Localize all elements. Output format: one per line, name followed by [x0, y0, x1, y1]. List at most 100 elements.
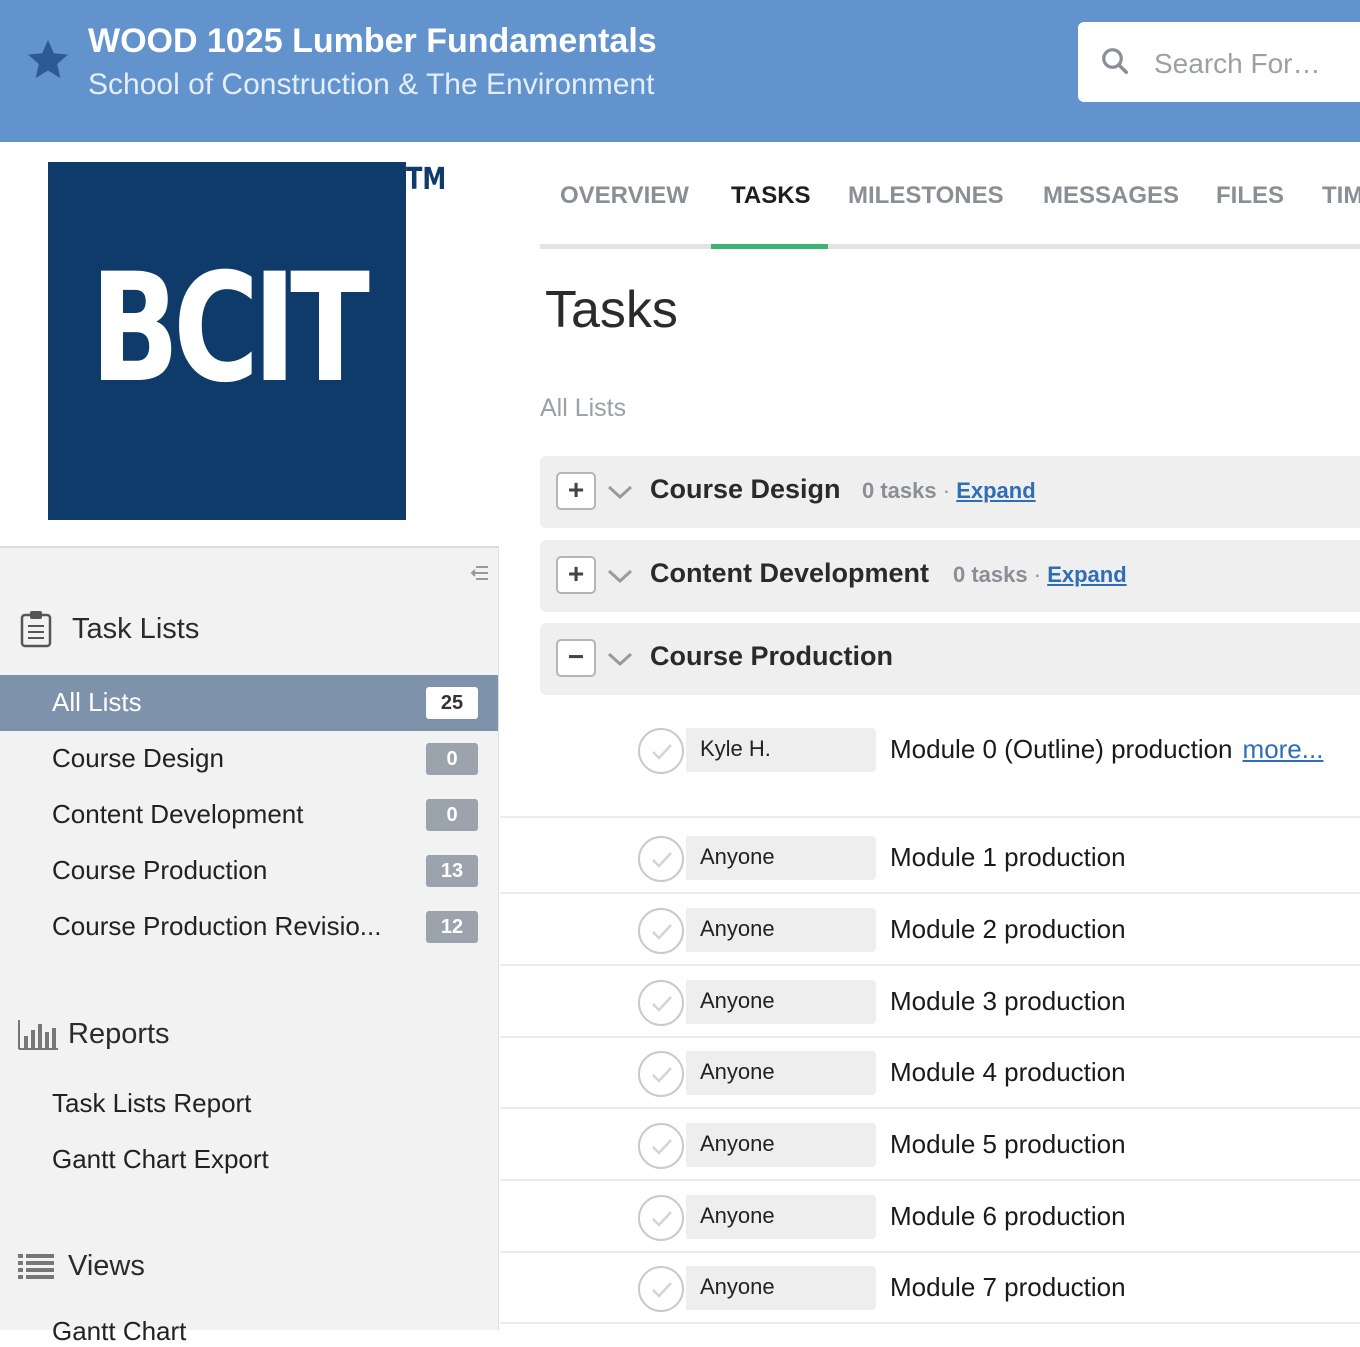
count-badge: 13	[426, 855, 478, 887]
task-list-name[interactable]: Course Production	[650, 641, 893, 672]
task-name[interactable]: Module 6 production	[890, 1201, 1126, 1232]
task-lists-title: Task Lists	[72, 612, 200, 645]
logo-trademark: TM	[406, 162, 447, 197]
gantt-chart-view-link[interactable]: Gantt Chart	[52, 1316, 186, 1347]
complete-checkbox[interactable]	[638, 836, 684, 882]
tab-tasks[interactable]: TASKS	[731, 182, 811, 210]
task-row: Anyone Module 4 production	[500, 1037, 1360, 1109]
bcit-logo: BCIT	[48, 162, 406, 520]
separator: ·	[942, 478, 951, 503]
search-icon	[1102, 48, 1128, 74]
task-name[interactable]: Module 4 production	[890, 1057, 1126, 1088]
task-row: Anyone Module 7 production	[500, 1252, 1360, 1324]
complete-checkbox[interactable]	[638, 1051, 684, 1097]
complete-checkbox[interactable]	[638, 1266, 684, 1312]
tab-time[interactable]: TIM	[1322, 182, 1360, 210]
collapse-toggle-button[interactable]: −	[556, 639, 596, 677]
assignee-selector[interactable]: Anyone	[686, 1123, 876, 1167]
task-count: 0 tasks	[953, 562, 1028, 587]
chevron-down-icon[interactable]	[606, 564, 634, 588]
assignee-name: Anyone	[700, 1059, 775, 1084]
task-list-meta: 0 tasks · Expand	[953, 562, 1127, 588]
sidebar-item-label: Course Production Revisio...	[52, 911, 382, 941]
reports-heading: Reports	[18, 1018, 170, 1051]
gantt-chart-export-link[interactable]: Gantt Chart Export	[52, 1144, 269, 1175]
sidebar-item-course-production-revisions[interactable]: Course Production Revisio... 12	[0, 899, 498, 955]
assignee-selector[interactable]: Anyone	[686, 908, 876, 952]
task-title: Module 0 (Outline) production	[890, 734, 1233, 764]
complete-checkbox[interactable]	[638, 1123, 684, 1169]
assignee-selector[interactable]: Anyone	[686, 980, 876, 1024]
sidebar-item-label: Course Production	[52, 855, 268, 885]
sidebar-item-course-design[interactable]: Course Design 0	[0, 731, 498, 787]
sidebar-item-content-development[interactable]: Content Development 0	[0, 787, 498, 843]
expand-link[interactable]: Expand	[956, 478, 1035, 503]
task-row: Kyle H. Module 0 (Outline) production mor…	[500, 714, 1360, 818]
active-tab-indicator	[711, 244, 828, 249]
task-list-course-production: − Course Production	[540, 623, 1360, 695]
task-name[interactable]: Module 1 production	[890, 842, 1126, 873]
count-badge: 12	[426, 911, 478, 943]
more-link[interactable]: more...	[1243, 734, 1324, 764]
check-icon	[652, 924, 672, 940]
chevron-down-icon[interactable]	[606, 647, 634, 671]
assignee-name: Anyone	[700, 844, 775, 869]
tab-milestones[interactable]: MILESTONES	[848, 182, 1004, 210]
assignee-selector[interactable]: Kyle H.	[686, 728, 876, 772]
expand-link[interactable]: Expand	[1047, 562, 1126, 587]
check-icon	[652, 852, 672, 868]
task-name[interactable]: Module 0 (Outline) production more...	[890, 734, 1323, 765]
tab-overview[interactable]: OVERVIEW	[560, 182, 689, 210]
complete-checkbox[interactable]	[638, 728, 684, 774]
assignee-name: Kyle H.	[700, 736, 771, 761]
task-list-name[interactable]: Course Design	[650, 474, 841, 505]
tab-messages[interactable]: MESSAGES	[1043, 182, 1179, 210]
tab-files[interactable]: FILES	[1216, 182, 1284, 210]
complete-checkbox[interactable]	[638, 980, 684, 1026]
project-title: WOOD 1025 Lumber Fundamentals	[88, 22, 657, 60]
check-icon	[652, 744, 672, 760]
assignee-selector[interactable]: Anyone	[686, 836, 876, 880]
task-lists-report-link[interactable]: Task Lists Report	[52, 1088, 251, 1119]
main-content: OVERVIEW TASKS MILESTONES MESSAGES FILES…	[500, 142, 1360, 1330]
separator: ·	[1033, 562, 1042, 587]
logo-text: BCIT	[90, 242, 370, 416]
assignee-selector[interactable]: Anyone	[686, 1051, 876, 1095]
bar-chart-icon	[18, 1019, 58, 1050]
task-name[interactable]: Module 2 production	[890, 914, 1126, 945]
task-list-name[interactable]: Content Development	[650, 558, 929, 589]
task-list-meta: 0 tasks · Expand	[862, 478, 1036, 504]
task-name[interactable]: Module 3 production	[890, 986, 1126, 1017]
assignee-selector[interactable]: Anyone	[686, 1266, 876, 1310]
sidebar-item-course-production[interactable]: Course Production 13	[0, 843, 498, 899]
chevron-down-icon[interactable]	[606, 480, 634, 504]
sidebar-item-label: Content Development	[52, 799, 304, 829]
complete-checkbox[interactable]	[638, 1195, 684, 1241]
assignee-selector[interactable]: Anyone	[686, 1195, 876, 1239]
task-name[interactable]: Module 5 production	[890, 1129, 1126, 1160]
task-row: Anyone Module 6 production	[500, 1181, 1360, 1253]
tab-divider	[540, 244, 1360, 249]
sidebar-item-all-lists[interactable]: All Lists 25	[0, 675, 498, 731]
page-title: Tasks	[545, 281, 678, 339]
check-icon	[652, 1067, 672, 1083]
search-input[interactable]: Search For…	[1078, 22, 1360, 102]
assignee-name: Anyone	[700, 1131, 775, 1156]
logo-area: BCIT TM	[0, 142, 499, 548]
task-row: Anyone Module 3 production	[500, 966, 1360, 1038]
complete-checkbox[interactable]	[638, 908, 684, 954]
collapse-icon[interactable]	[470, 564, 490, 582]
sidebar: BCIT TM Task Lists All Lists 25 Course D…	[0, 142, 499, 1346]
count-badge: 0	[426, 799, 478, 831]
task-name[interactable]: Module 7 production	[890, 1272, 1126, 1303]
expand-toggle-button[interactable]: +	[556, 472, 596, 510]
clipboard-icon	[20, 611, 52, 648]
star-icon[interactable]	[24, 36, 72, 84]
task-list-content-development: + Content Development 0 tasks · Expand	[540, 540, 1360, 612]
sidebar-item-label: All Lists	[52, 687, 142, 717]
task-row: Anyone Module 1 production	[500, 822, 1360, 894]
task-row: Anyone Module 2 production	[500, 894, 1360, 966]
views-heading: Views	[18, 1250, 145, 1283]
expand-toggle-button[interactable]: +	[556, 556, 596, 594]
assignee-name: Anyone	[700, 1203, 775, 1228]
